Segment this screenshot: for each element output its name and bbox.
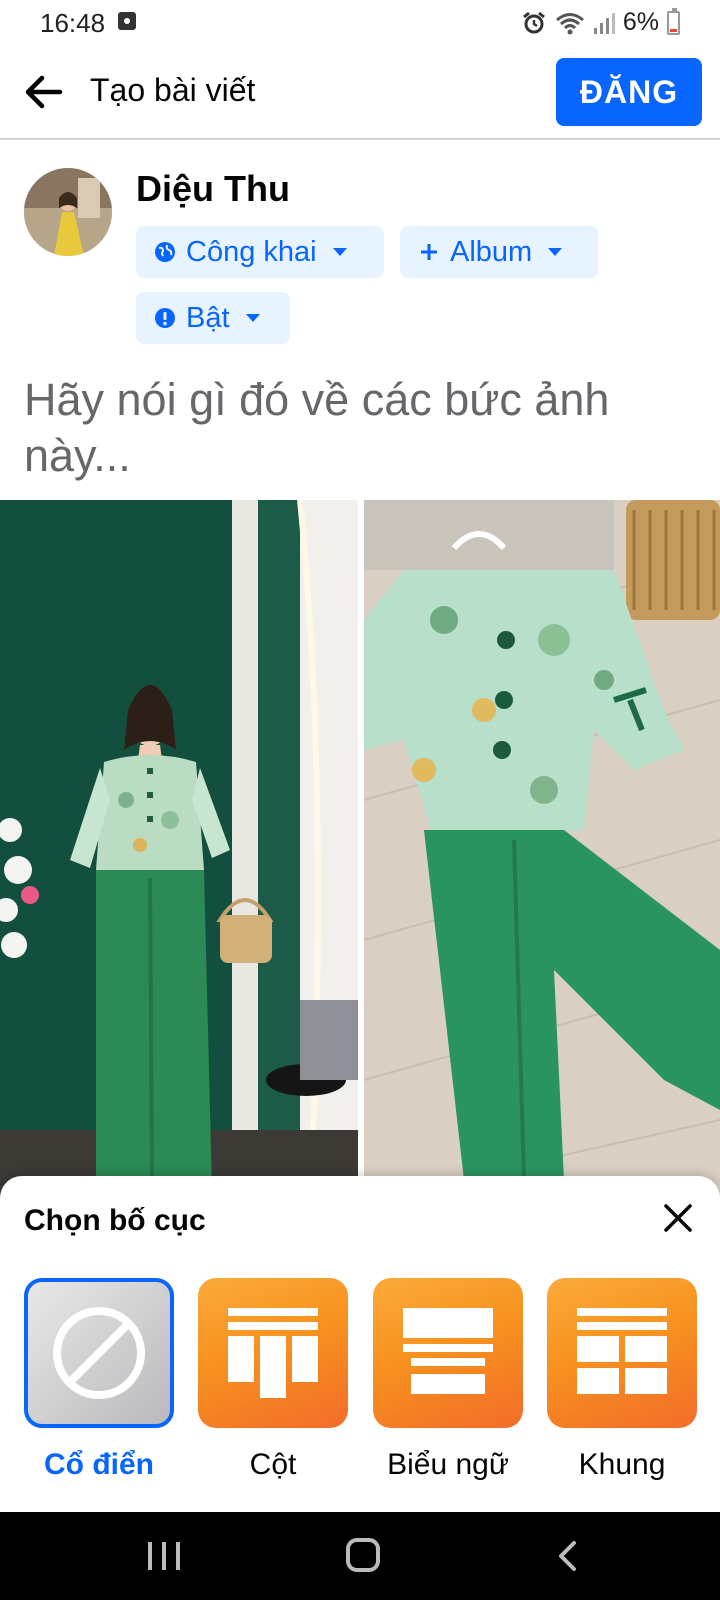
status-bar: 16:48 6% [0, 0, 720, 44]
recent-apps-icon[interactable] [148, 1542, 180, 1570]
close-icon[interactable] [660, 1200, 696, 1236]
chevron-down-icon [245, 314, 260, 322]
layout-option-frame[interactable]: Khung [547, 1278, 697, 1482]
layout-label-banner: Biểu ngữ [387, 1448, 509, 1481]
layout-label-frame: Khung [578, 1448, 666, 1481]
layout-tile-frame[interactable] [547, 1278, 697, 1428]
layout-tile-columns[interactable] [198, 1278, 348, 1428]
flatlay-photo-image [364, 500, 720, 1200]
signal-icon [593, 12, 615, 34]
photo-model[interactable] [0, 500, 358, 1200]
media-notification-icon [118, 12, 136, 30]
app-header: Tạo bài viết ĐĂNG [0, 44, 720, 140]
toggle-selector[interactable]: Bật [136, 292, 290, 344]
system-nav-bar [0, 1512, 720, 1600]
status-time: 16:48 [40, 8, 106, 38]
battery-icon [667, 7, 680, 35]
privacy-label: Công khai [186, 235, 317, 268]
post-button[interactable]: ĐĂNG [556, 58, 702, 126]
avatar-photo [24, 168, 112, 256]
battery-percent: 6% [622, 8, 659, 36]
layout-label-columns: Cột [249, 1448, 297, 1481]
photo-flatlay[interactable] [364, 500, 720, 1200]
nav-back-icon[interactable] [556, 1540, 578, 1572]
layout-sheet-title: Chọn bố cục [24, 1204, 206, 1237]
post-text-input[interactable]: Hãy nói gì đó về các bức ảnh này... [24, 372, 704, 484]
status-indicators: 6% [521, 7, 680, 37]
album-selector[interactable]: Album [400, 226, 598, 278]
chevron-down-icon [548, 248, 563, 256]
model-photo-image [0, 500, 358, 1200]
layout-tile-banner[interactable] [373, 1278, 523, 1428]
layout-option-classic[interactable]: Cổ điển [24, 1278, 174, 1482]
chevron-down-icon [332, 248, 347, 256]
wifi-icon [555, 12, 584, 34]
alarm-icon [522, 11, 545, 33]
plus-icon [421, 244, 437, 260]
toggle-label: Bật [186, 301, 230, 334]
layout-option-columns[interactable]: Cột [198, 1278, 348, 1482]
layout-sheet: Chọn bố cục Cổ điển Cột Biểu ngữ Khung [0, 1176, 720, 1516]
album-label: Album [450, 235, 533, 268]
layout-tile-classic[interactable] [24, 1278, 174, 1428]
globe-icon [155, 242, 175, 262]
privacy-selector[interactable]: Công khai [136, 226, 384, 278]
alert-icon [155, 308, 175, 328]
page-title: Tạo bài viết [90, 72, 256, 108]
no-layout-icon [53, 1307, 145, 1399]
user-name: Diệu Thu [136, 168, 290, 209]
back-arrow-icon[interactable] [20, 68, 68, 116]
create-post-screen: 16:48 6% Tạo bài viết ĐĂNG Diệu Thu Công… [0, 0, 720, 1600]
avatar [24, 168, 112, 256]
layout-label-classic: Cổ điển [44, 1448, 154, 1481]
layout-option-banner[interactable]: Biểu ngữ [373, 1278, 523, 1482]
home-icon[interactable] [346, 1538, 380, 1572]
